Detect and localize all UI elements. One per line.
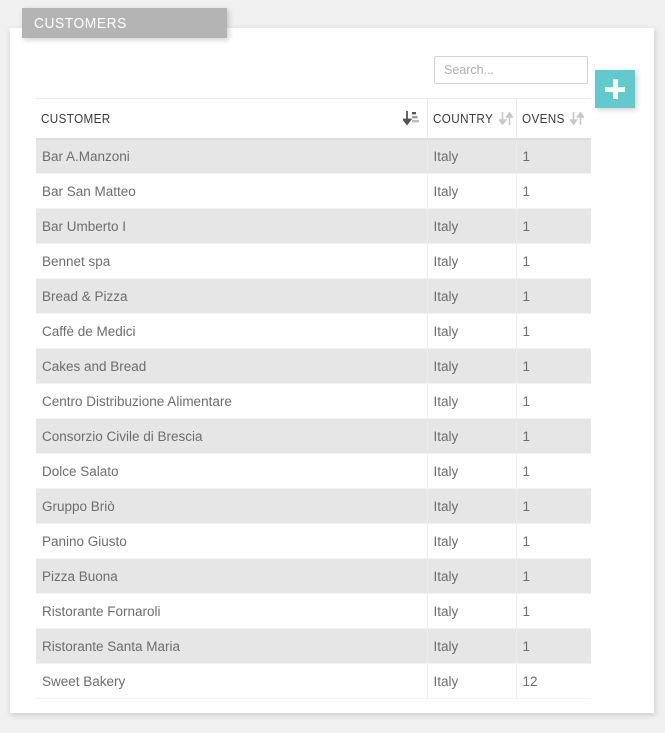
cell-customer: Consorzio Civile di Brescia <box>36 418 428 454</box>
customers-table: CUSTOMER COUNTRY OVENS Bar A.Manzoni Ita… <box>36 98 591 699</box>
cell-country: Italy <box>427 593 517 629</box>
cell-customer: Cakes and Bread <box>36 348 428 384</box>
cell-customer: Bread & Pizza <box>36 278 428 314</box>
cell-country: Italy <box>427 523 517 559</box>
cell-ovens: 1 <box>516 453 591 489</box>
cell-ovens: 1 <box>516 138 591 174</box>
cell-ovens: 1 <box>516 208 591 244</box>
sort-updown-icon <box>499 111 514 126</box>
cell-ovens: 1 <box>516 348 591 384</box>
cell-customer: Bar San Matteo <box>36 173 428 209</box>
cell-ovens: 1 <box>516 593 591 629</box>
table-row[interactable]: Bar A.Manzoni Italy 1 <box>36 138 591 174</box>
table-head: CUSTOMER COUNTRY OVENS <box>36 98 591 140</box>
table-row[interactable]: Consorzio Civile di Brescia Italy 1 <box>36 418 591 454</box>
cell-country: Italy <box>427 628 517 664</box>
search-row <box>10 28 654 98</box>
cell-ovens: 12 <box>516 663 591 699</box>
cell-customer: Sweet Bakery <box>36 663 428 699</box>
cell-country: Italy <box>427 383 517 419</box>
table-row[interactable]: Panino Giusto Italy 1 <box>36 523 591 559</box>
cell-customer: Pizza Buona <box>36 558 428 594</box>
cell-customer: Ristorante Santa Maria <box>36 628 428 664</box>
cell-country: Italy <box>427 348 517 384</box>
sort-amount-asc-icon <box>402 110 420 126</box>
cell-ovens: 1 <box>516 628 591 664</box>
cell-country: Italy <box>427 278 517 314</box>
table-header-row: CUSTOMER COUNTRY OVENS <box>36 98 591 140</box>
cell-customer: Ristorante Fornaroli <box>36 593 428 629</box>
column-header-ovens-label: OVENS <box>521 110 565 126</box>
page-title: CUSTOMERS <box>33 14 127 32</box>
cell-ovens: 1 <box>516 173 591 209</box>
column-header-ovens[interactable]: OVENS <box>516 98 591 140</box>
table-row[interactable]: Centro Distribuzione Alimentare Italy 1 <box>36 383 591 419</box>
cell-country: Italy <box>427 243 517 279</box>
table-row[interactable]: Bar San Matteo Italy 1 <box>36 173 591 209</box>
table-body: Bar A.Manzoni Italy 1 Bar San Matteo Italy 1 B… <box>36 138 591 699</box>
cell-country: Italy <box>427 138 517 174</box>
page-title-tab: CUSTOMERS <box>22 8 227 38</box>
cell-ovens: 1 <box>516 523 591 559</box>
table-row[interactable]: Bread & Pizza Italy 1 <box>36 278 591 314</box>
cell-ovens: 1 <box>516 488 591 524</box>
column-header-country[interactable]: COUNTRY <box>427 98 517 140</box>
table-row[interactable]: Cakes and Bread Italy 1 <box>36 348 591 384</box>
customers-panel: CUSTOMER <box>10 28 654 713</box>
cell-ovens: 1 <box>516 418 591 454</box>
cell-ovens: 1 <box>516 383 591 419</box>
cell-country: Italy <box>427 558 517 594</box>
cell-country: Italy <box>427 663 517 699</box>
cell-ovens: 1 <box>516 558 591 594</box>
cell-country: Italy <box>427 418 517 454</box>
cell-customer: Bar A.Manzoni <box>36 138 428 174</box>
table-row[interactable]: Caffè de Medici Italy 1 <box>36 313 591 349</box>
cell-customer: Dolce Salato <box>36 453 428 489</box>
add-customer-button[interactable] <box>595 70 635 108</box>
cell-country: Italy <box>427 488 517 524</box>
column-header-customer[interactable]: CUSTOMER <box>36 98 428 140</box>
cell-customer: Bar Umberto I <box>36 208 428 244</box>
cell-country: Italy <box>427 173 517 209</box>
plus-icon-vertical <box>612 79 618 99</box>
table-row[interactable]: Pizza Buona Italy 1 <box>36 558 591 594</box>
cell-ovens: 1 <box>516 278 591 314</box>
table-row[interactable]: Bar Umberto I Italy 1 <box>36 208 591 244</box>
customers-table-wrap: CUSTOMER COUNTRY OVENS Bar A.Manzoni Ita… <box>36 98 591 699</box>
column-header-customer-label: CUSTOMER <box>41 110 111 126</box>
cell-country: Italy <box>427 453 517 489</box>
sort-updown-icon <box>570 111 584 126</box>
cell-ovens: 1 <box>516 313 591 349</box>
cell-customer: Caffè de Medici <box>36 313 428 349</box>
table-row[interactable]: Gruppo Briò Italy 1 <box>36 488 591 524</box>
cell-country: Italy <box>427 313 517 349</box>
table-row[interactable]: Bennet spa Italy 1 <box>36 243 591 279</box>
cell-customer: Centro Distribuzione Alimentare <box>36 383 428 419</box>
table-row[interactable]: Dolce Salato Italy 1 <box>36 453 591 489</box>
table-row[interactable]: Ristorante Santa Maria Italy 1 <box>36 628 591 664</box>
cell-country: Italy <box>427 208 517 244</box>
search-input[interactable] <box>434 56 588 84</box>
cell-customer: Bennet spa <box>36 243 428 279</box>
column-header-country-label: COUNTRY <box>432 110 493 126</box>
cell-ovens: 1 <box>516 243 591 279</box>
table-row[interactable]: Ristorante Fornaroli Italy 1 <box>36 593 591 629</box>
cell-customer: Gruppo Briò <box>36 488 428 524</box>
cell-customer: Panino Giusto <box>36 523 428 559</box>
table-row[interactable]: Sweet Bakery Italy 12 <box>36 663 591 699</box>
